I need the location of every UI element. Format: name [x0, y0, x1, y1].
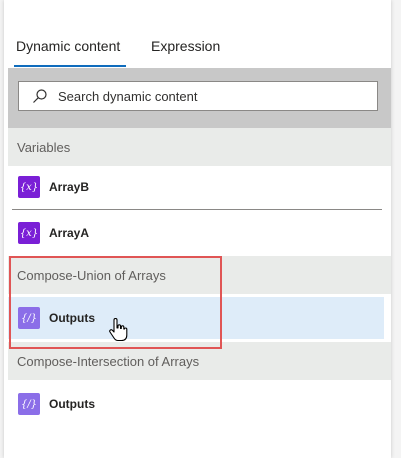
search-placeholder: Search dynamic content [58, 89, 198, 104]
hand-cursor-icon [109, 318, 128, 342]
tab-bar: Dynamic content Expression [4, 0, 391, 68]
item-label: Outputs [49, 397, 95, 411]
tab-dynamic-content[interactable]: Dynamic content [16, 38, 120, 54]
list-item-arrayb[interactable]: {x} ArrayB [8, 166, 384, 208]
section-header-variables: Variables [8, 128, 391, 166]
search-area: Search dynamic content [8, 68, 391, 128]
item-label: Outputs [49, 311, 95, 325]
list-item-arraya[interactable]: {x} ArrayA [8, 212, 384, 254]
search-icon [33, 89, 47, 103]
section-title: Compose-Intersection of Arrays [17, 354, 200, 369]
compose-icon: {/} [18, 307, 40, 329]
dynamic-content-panel: Dynamic content Expression Search dynami… [4, 0, 391, 458]
list-item-outputs-union[interactable]: {/} Outputs [8, 297, 384, 339]
section-header-compose-union: Compose-Union of Arrays [8, 256, 391, 294]
section-title: Compose-Union of Arrays [17, 268, 166, 283]
tab-expression[interactable]: Expression [151, 38, 220, 54]
section-header-compose-intersection: Compose-Intersection of Arrays [8, 342, 391, 380]
variable-icon: {x} [18, 176, 40, 198]
section-title: Variables [17, 140, 71, 155]
active-tab-indicator [14, 65, 126, 67]
item-label: ArrayA [49, 226, 90, 240]
list-item-outputs-intersection[interactable]: {/} Outputs [8, 383, 384, 425]
variable-icon: {x} [18, 222, 40, 244]
divider [12, 209, 382, 210]
item-label: ArrayB [49, 180, 90, 194]
search-input[interactable]: Search dynamic content [18, 81, 378, 111]
compose-icon: {/} [18, 393, 40, 415]
